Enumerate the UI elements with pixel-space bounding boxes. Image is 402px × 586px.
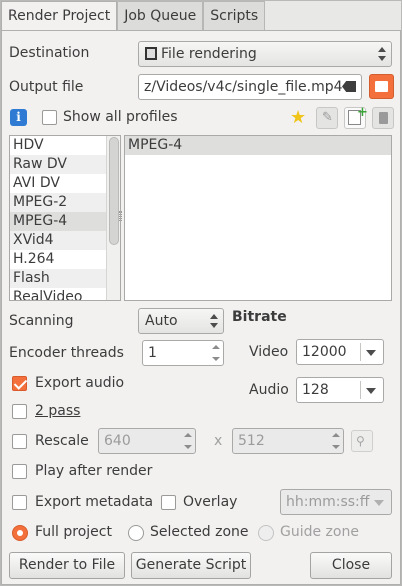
selected-zone-label: Selected zone: [150, 524, 249, 540]
spin-arrows-icon: [331, 432, 341, 450]
video-bitrate-label: Video: [249, 344, 289, 360]
close-button[interactable]: Close: [310, 552, 392, 579]
category-item[interactable]: Flash: [10, 269, 120, 288]
encoder-threads-spinbox[interactable]: 1: [142, 340, 224, 366]
favorite-profile-button[interactable]: ★: [288, 107, 310, 129]
updown-icon: [210, 314, 218, 328]
new-profile-button[interactable]: +: [344, 105, 368, 129]
category-item[interactable]: Raw DV: [10, 155, 120, 174]
destination-combo[interactable]: File rendering: [138, 41, 392, 67]
selected-zone-radio[interactable]: [128, 525, 144, 541]
export-audio-label: Export audio: [35, 375, 125, 391]
play-after-render-label: Play after render: [35, 463, 153, 479]
rescale-height-spinbox[interactable]: 512: [232, 428, 344, 454]
tab-bar: Render Project Job Queue Scripts: [1, 1, 266, 32]
bitrate-heading: Bitrate: [232, 309, 287, 325]
full-project-radio[interactable]: [12, 525, 28, 541]
two-pass-checkbox[interactable]: [12, 404, 27, 419]
trash-icon: [379, 112, 388, 124]
rescale-width-spinbox[interactable]: 640: [98, 428, 196, 454]
generate-script-button[interactable]: Generate Script: [131, 552, 251, 579]
tab-scripts[interactable]: Scripts: [203, 1, 266, 31]
updown-icon: [378, 47, 386, 61]
scanning-label: Scanning: [9, 313, 74, 329]
profile-item[interactable]: MPEG-4: [125, 136, 391, 155]
export-metadata-label: Export metadata: [35, 494, 154, 510]
output-file-field[interactable]: z/Videos/v4c/single_file.mp4: [138, 74, 362, 100]
tab-render-project[interactable]: Render Project: [1, 1, 118, 32]
guide-zone-radio[interactable]: [258, 525, 274, 541]
category-item[interactable]: MPEG-4: [10, 212, 120, 231]
play-after-render-checkbox[interactable]: [12, 464, 27, 479]
delete-profile-button[interactable]: [372, 107, 394, 129]
overlay-format-combo[interactable]: hh:mm:ss:ff: [280, 489, 392, 515]
splitter-handle[interactable]: [119, 211, 122, 221]
rescale-link-button[interactable]: ⚲: [351, 430, 373, 452]
pencil-icon: ✎: [322, 110, 333, 125]
show-all-profiles-label: Show all profiles: [63, 109, 178, 125]
folder-icon: [375, 81, 388, 92]
tab-job-queue[interactable]: Job Queue: [117, 1, 204, 31]
guide-zone-label: Guide zone: [280, 524, 359, 540]
profile-list[interactable]: MPEG-4: [124, 135, 392, 301]
output-file-label: Output file: [9, 79, 84, 95]
render-to-file-button[interactable]: Render to File: [9, 552, 125, 579]
export-metadata-checkbox[interactable]: [12, 495, 27, 510]
export-audio-checkbox[interactable]: [12, 376, 27, 391]
destination-label: Destination: [9, 45, 90, 61]
category-item[interactable]: H.264: [10, 250, 120, 269]
chevron-down-icon: [366, 350, 376, 356]
show-all-profiles-checkbox[interactable]: [42, 110, 57, 125]
category-item[interactable]: XVid4: [10, 231, 120, 250]
spin-arrows-icon[interactable]: [211, 344, 221, 362]
video-bitrate-field[interactable]: 12000: [296, 339, 384, 365]
link-icon: ⚲: [356, 434, 365, 448]
category-item[interactable]: AVI DV: [10, 174, 120, 193]
chevron-down-icon: [366, 388, 376, 394]
overlay-checkbox[interactable]: [161, 495, 176, 510]
category-item[interactable]: RealVideo: [10, 288, 120, 300]
encoder-threads-label: Encoder threads: [9, 345, 124, 361]
audio-bitrate-field[interactable]: 128: [296, 377, 384, 403]
overlay-label: Overlay: [183, 494, 238, 510]
rescale-x-label: x: [214, 433, 223, 449]
category-list-scrollbar[interactable]: [106, 136, 120, 300]
audio-bitrate-label: Audio: [249, 382, 289, 398]
category-item[interactable]: MPEG-2: [10, 193, 120, 212]
render-project-panel: Destination File rendering Output file z…: [1, 30, 401, 585]
rescale-label: Rescale: [35, 433, 89, 449]
profile-category-list[interactable]: HDV Raw DV AVI DV MPEG-2 MPEG-4 XVid4 H.264 Fla…: [9, 135, 121, 301]
category-item[interactable]: HDV: [10, 136, 120, 155]
rescale-checkbox[interactable]: [12, 434, 27, 449]
chevron-down-icon: [374, 500, 384, 506]
scanning-combo[interactable]: Auto: [138, 308, 224, 334]
info-icon[interactable]: i: [10, 109, 27, 126]
edit-profile-button[interactable]: ✎: [316, 107, 338, 129]
plus-icon: +: [357, 105, 368, 120]
spin-arrows-icon: [183, 432, 193, 450]
open-file-button[interactable]: [369, 74, 394, 99]
full-project-label: Full project: [35, 524, 112, 540]
film-icon: [145, 47, 157, 60]
star-icon: ★: [290, 107, 307, 128]
two-pass-label: 2 pass: [35, 403, 81, 419]
